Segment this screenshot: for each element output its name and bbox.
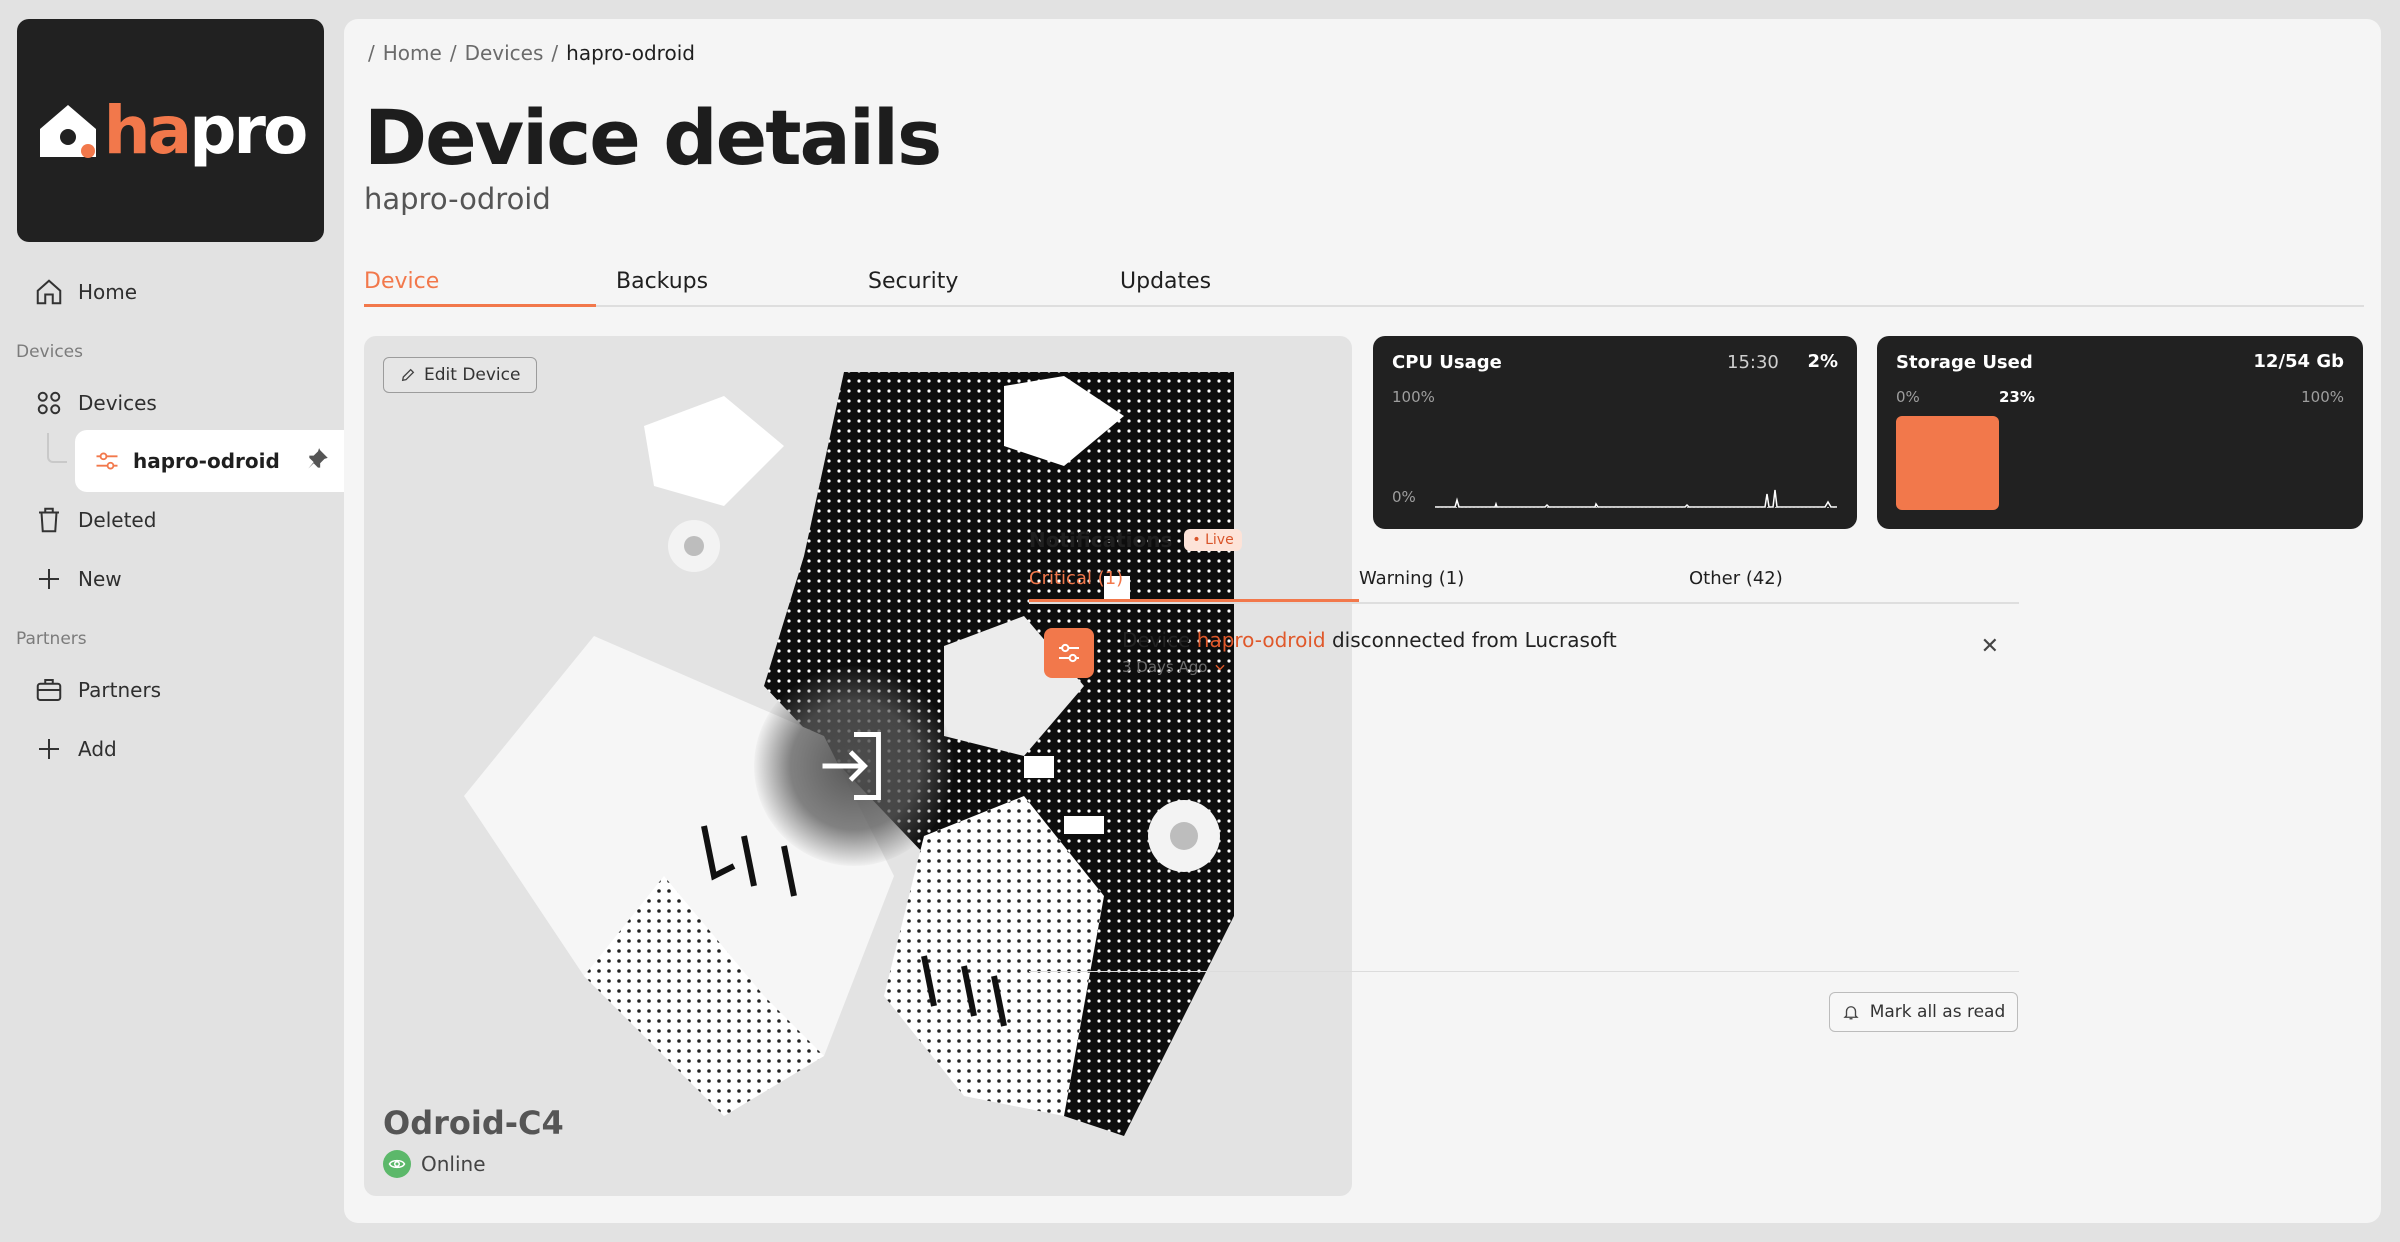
device-status-label: Online (421, 1152, 486, 1176)
briefcase-icon (36, 679, 62, 701)
sidebar-item-partners[interactable]: Partners (34, 670, 161, 710)
sidebar-item-add[interactable]: Add (34, 729, 117, 769)
sidebar-item-deleted[interactable]: Deleted (34, 500, 156, 540)
storage-card: Storage Used 12/54 Gb 0% 23% 100% (1877, 336, 2363, 529)
sidebar-section-devices: Devices (16, 342, 83, 362)
notification-device-link[interactable]: hapro-odroid (1197, 628, 1326, 652)
breadcrumb-current: hapro-odroid (566, 41, 695, 65)
notification-time-label: 3 Days Ago (1122, 658, 1208, 676)
notification-message: Device hapro-odroid disconnected from Lu… (1122, 628, 1617, 652)
pin-icon[interactable] (305, 447, 331, 473)
tab-critical[interactable]: Critical (1) (1029, 568, 1359, 602)
cpu-usage-card: CPU Usage 15:30 2% 100% 0% (1373, 336, 1857, 529)
eye-icon (383, 1150, 411, 1178)
sidebar-item-home[interactable]: Home (34, 272, 137, 312)
tab-other[interactable]: Other (42) (1689, 568, 1783, 599)
chevron-down-icon (1215, 664, 1226, 671)
tab-device[interactable]: Device (364, 269, 596, 307)
bell-icon (1843, 1006, 1859, 1020)
mark-all-read-button[interactable]: Mark all as read (1829, 992, 2018, 1032)
sliders-icon (96, 452, 118, 470)
enter-icon (822, 732, 881, 800)
notification-item[interactable]: Device hapro-odroid disconnected from Lu… (1029, 628, 2019, 688)
storage-title: Storage Used (1896, 352, 2033, 373)
enter-device-button[interactable] (754, 666, 954, 866)
sidebar-item-hapro-odroid[interactable]: hapro-odroid (75, 430, 345, 492)
plus-icon (39, 739, 59, 759)
breadcrumb: / Home / Devices / hapro-odroid (368, 41, 695, 65)
cpu-title: CPU Usage (1392, 352, 1502, 373)
device-status: Online (383, 1150, 486, 1178)
live-label: Live (1205, 532, 1234, 548)
cpu-sparkline (1435, 489, 1837, 508)
tab-updates[interactable]: Updates (1120, 269, 1211, 304)
pencil-icon (401, 368, 415, 382)
breadcrumb-separator: / (551, 41, 559, 65)
trash-icon (39, 507, 59, 533)
edit-device-label: Edit Device (424, 365, 521, 385)
page-title: Device details (364, 93, 942, 182)
notification-tabs: Critical (1) Warning (1) Other (42) (1029, 568, 2019, 604)
storage-bar (1896, 416, 1999, 510)
storage-percent-label: 23% (1999, 388, 2035, 406)
sidebar-item-label: Deleted (78, 508, 157, 532)
breadcrumb-separator: / (449, 41, 457, 65)
device-tabs: Device Backups Security Updates (364, 269, 2364, 307)
storage-axis-min: 0% (1896, 388, 1920, 406)
notification-prefix: Device (1122, 628, 1191, 652)
sidebar-item-label: Devices (78, 391, 157, 415)
main-panel: / Home / Devices / hapro-odroid Device d… (344, 19, 2381, 1223)
notifications-divider (1029, 971, 2019, 972)
house-logo-icon (39, 104, 96, 158)
brand-logo-box[interactable]: hapro (17, 19, 324, 242)
breadcrumb-devices[interactable]: Devices (465, 41, 544, 65)
notifications-heading: Notifications • Live (1029, 528, 1242, 552)
close-icon[interactable]: ✕ (1981, 634, 1999, 659)
sidebar-section-partners: Partners (16, 629, 87, 649)
cpu-value: 2% (1807, 351, 1838, 372)
sidebar-item-label: Add (78, 737, 117, 761)
sidebar-item-label: Home (78, 280, 138, 304)
sidebar-item-devices[interactable]: Devices (34, 383, 157, 423)
storage-value: 12/54 Gb (2253, 351, 2344, 372)
breadcrumb-home[interactable]: Home (383, 41, 442, 65)
plus-icon (39, 569, 59, 589)
notifications-title: Notifications (1029, 528, 1173, 552)
cpu-axis-max: 100% (1392, 388, 1435, 406)
logo-text-pro: pro (189, 91, 308, 169)
live-badge: • Live (1184, 529, 1242, 551)
tab-security[interactable]: Security (868, 269, 958, 304)
cpu-time: 15:30 (1727, 352, 1779, 373)
logo-text-ha: ha (103, 91, 193, 169)
home-icon (36, 279, 62, 305)
devices-grid-icon (37, 391, 61, 415)
tab-warning[interactable]: Warning (1) (1359, 568, 1464, 599)
cpu-axis-min: 0% (1392, 488, 1416, 506)
sidebar-item-label: Partners (78, 678, 162, 702)
sidebar-item-label: hapro-odroid (133, 449, 280, 473)
tree-connector (47, 433, 67, 463)
device-model: Odroid-C4 (383, 1104, 564, 1142)
notification-suffix: disconnected from Lucrasoft (1331, 628, 1617, 652)
edit-device-button[interactable]: Edit Device (383, 357, 538, 393)
breadcrumb-separator: / (368, 41, 375, 65)
page-subtitle: hapro-odroid (364, 182, 551, 216)
tab-backups[interactable]: Backups (616, 269, 708, 304)
device-card: Edit Device Odroid-C4 Online (364, 336, 1352, 1196)
storage-axis-max: 100% (2301, 388, 2344, 406)
brand-logo: hapro (36, 97, 308, 164)
sliders-icon (1044, 628, 1094, 678)
notification-time[interactable]: 3 Days Ago (1122, 658, 1227, 676)
sidebar-item-new[interactable]: New (34, 559, 122, 599)
sidebar-item-label: New (78, 567, 122, 591)
mark-all-read-label: Mark all as read (1869, 1002, 2006, 1022)
